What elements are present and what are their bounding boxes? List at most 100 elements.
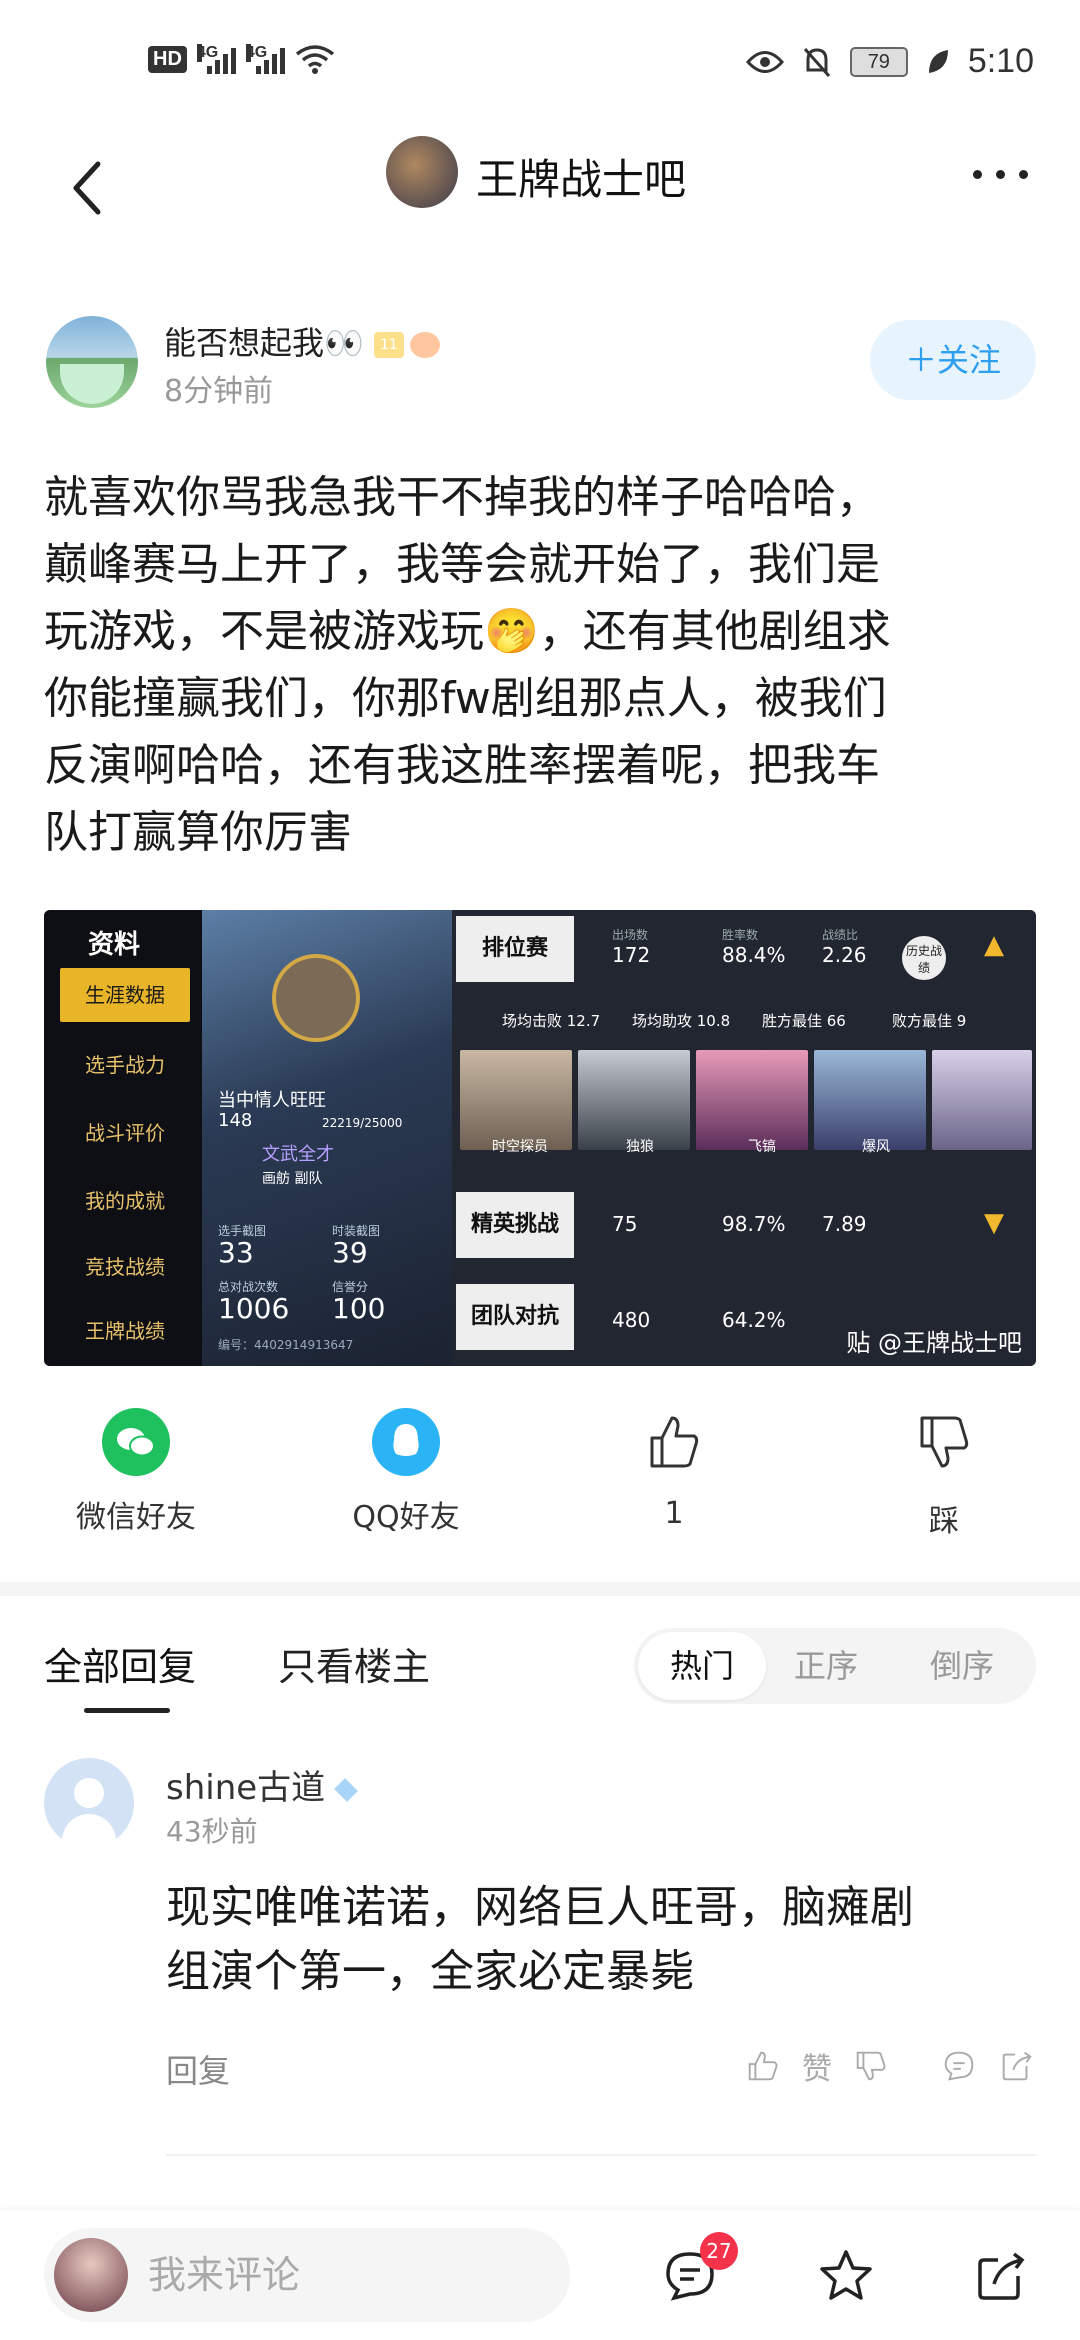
like-label[interactable]: 赞 <box>802 2044 832 2088</box>
like-button[interactable]: 1 <box>594 1400 754 1531</box>
comment-input[interactable]: 我来评论 <box>44 2228 570 2322</box>
post-time: 8分钟前 <box>164 374 274 409</box>
character-card <box>578 1050 690 1150</box>
game-menu-item: 选手战力 <box>85 1053 165 1077</box>
game-menu-item: 战斗评价 <box>85 1121 165 1145</box>
leaf-icon <box>928 49 948 73</box>
character-card <box>460 1050 572 1150</box>
share-wechat-button[interactable]: 微信好友 <box>56 1400 216 1536</box>
forum-avatar[interactable] <box>386 136 458 208</box>
game-menu-item: 竞技战绩 <box>85 1255 165 1279</box>
team-matches: 480 <box>612 1308 651 1332</box>
wechat-icon <box>102 1408 170 1476</box>
character-card <box>932 1050 1032 1150</box>
sort-hot[interactable]: 热门 <box>638 1632 766 1700</box>
hd-indicator: HD <box>148 45 187 73</box>
player-name: 当中情人旺旺 <box>218 1090 326 1111</box>
character-name: 时空探员 <box>492 1139 548 1155</box>
my-avatar <box>54 2238 128 2312</box>
mute-bell-icon <box>803 47 830 77</box>
game-menu-item: 生涯数据 <box>60 968 190 1022</box>
clock: 5:10 <box>967 42 1034 80</box>
author-name[interactable]: 能否想起我👀 11 <box>164 318 440 364</box>
message-count-badge: 27 <box>700 2232 738 2270</box>
stat-value: 33 <box>218 1236 254 1269</box>
nav-bar: 王牌战士吧 <box>0 130 1080 250</box>
signal-icon: 4G <box>196 44 236 74</box>
comment-divider <box>166 2154 1036 2156</box>
reply-button[interactable]: 回复 <box>166 2046 230 2092</box>
comment-time: 43秒前 <box>166 1815 258 1848</box>
sort-ascending[interactable]: 正序 <box>794 1628 858 1704</box>
signal-icon: 4G <box>245 44 285 74</box>
comment-bubble-icon[interactable] <box>940 2047 978 2085</box>
player-exp: 22219/25000 <box>322 1116 403 1130</box>
game-menu-item: 我的成就 <box>85 1189 165 1213</box>
tab-op-only[interactable]: 只看楼主 <box>278 1636 430 1691</box>
sort-toggle: 热门 正序 倒序 <box>634 1628 1036 1704</box>
player-title: 文武全才 <box>262 1144 334 1165</box>
comment-item: shine古道 43秒前 现实唯唯诺诺，网络巨人旺哥，脑瘫剧 组演个第一，全家必… <box>44 1754 1036 2114</box>
collapse-chevron-icon: ▲ <box>984 930 1004 960</box>
post-image[interactable]: 资料 生涯数据 选手战力 战斗评价 我的成就 竞技战绩 王牌战绩 当中情人旺旺 … <box>44 910 1036 1366</box>
avg-assists: 场均助攻 10.8 <box>632 1012 731 1030</box>
elite-label: 精英挑战 <box>456 1192 574 1258</box>
tab-all-replies[interactable]: 全部回复 <box>44 1636 196 1691</box>
game-menu-item: 王牌战绩 <box>85 1319 165 1343</box>
share-qq-label: QQ好友 <box>352 1500 460 1535</box>
share-icon[interactable] <box>972 2246 1032 2306</box>
sort-descending[interactable]: 倒序 <box>930 1628 994 1704</box>
share-icon[interactable] <box>998 2047 1036 2085</box>
avg-kills: 场均击败 12.7 <box>502 1012 601 1030</box>
share-qq-button[interactable]: QQ好友 <box>326 1400 486 1536</box>
post-line: 就喜欢你骂我急我干不掉我的样子哈哈哈， <box>44 472 880 523</box>
character-name: 飞镐 <box>748 1139 776 1155</box>
star-icon[interactable] <box>816 2246 876 2306</box>
commenter-avatar[interactable] <box>44 1758 134 1848</box>
game-logo: 资料 <box>88 930 141 960</box>
comment-placeholder: 我来评论 <box>148 2253 301 2297</box>
more-icon[interactable] <box>973 170 1028 179</box>
level-badge-icon: 11 <box>373 332 404 358</box>
status-right: 79 5:10 <box>745 42 1034 81</box>
player-team: 画舫 副队 <box>262 1171 323 1187</box>
comment-actions: 赞 <box>744 2044 1036 2088</box>
post-line: 玩游戏，不是被游戏玩🤭，还有其他剧组求 <box>44 606 891 657</box>
comment-line: 现实唯唯诺诺，网络巨人旺哥，脑瘫剧 <box>166 1882 914 1933</box>
thumbs-up-icon[interactable] <box>744 2047 782 2085</box>
player-level: 148 <box>218 1110 253 1131</box>
eye-icon <box>745 50 784 73</box>
post-body: 就喜欢你骂我急我干不掉我的样子哈哈哈， 巅峰赛马上开了，我等会就开始了，我们是 … <box>44 464 1034 866</box>
dislike-label: 踩 <box>929 1504 959 1539</box>
character-name: 爆风 <box>862 1139 890 1155</box>
game-profile: 当中情人旺旺 148 22219/25000 文武全才 画舫 副队 选手截图 3… <box>202 910 452 1366</box>
post-line: 巅峰赛马上开了，我等会就开始了，我们是 <box>44 539 880 590</box>
author-avatar[interactable] <box>46 316 138 408</box>
reply-tabs: 全部回复 只看楼主 热门 正序 倒序 <box>44 1620 1036 1720</box>
network-indicators: HD 4G 4G <box>148 44 335 74</box>
battery-icon: 79 <box>849 46 908 77</box>
status-bar: HD 4G 4G 79 5:10 <box>0 0 1080 130</box>
history-button: 历史战绩 <box>902 936 946 980</box>
post-line: 队打赢算你厉害 <box>44 807 352 858</box>
share-wechat-label: 微信好友 <box>76 1500 196 1535</box>
comment-line: 组演个第一，全家必定暴毙 <box>166 1946 694 1997</box>
forum-title[interactable]: 王牌战士吧 <box>476 146 686 207</box>
stat-value: 1006 <box>218 1292 290 1325</box>
level-badge-icon <box>334 1777 359 1802</box>
character-card <box>814 1050 926 1150</box>
thumbs-down-icon[interactable] <box>852 2047 890 2085</box>
stat-value: 39 <box>332 1236 368 1269</box>
commenter-name[interactable]: shine古道 <box>166 1760 359 1809</box>
back-arrow-icon[interactable] <box>66 148 106 228</box>
ranked-matches: 出场数 172 <box>612 928 651 967</box>
ranked-kd: 战绩比 2.26 <box>822 928 867 967</box>
section-divider <box>0 1582 1080 1596</box>
team-label: 团队对抗 <box>456 1284 574 1350</box>
elite-winrate: 98.7% <box>722 1212 786 1236</box>
follow-button[interactable]: ＋关注 <box>870 320 1036 400</box>
stat-value: 100 <box>332 1292 386 1325</box>
win-best: 胜方最佳 66 <box>762 1012 846 1030</box>
share-row: 微信好友 QQ好友 1 踩 <box>0 1400 1080 1550</box>
dislike-button[interactable]: 踩 <box>864 1400 1024 1540</box>
